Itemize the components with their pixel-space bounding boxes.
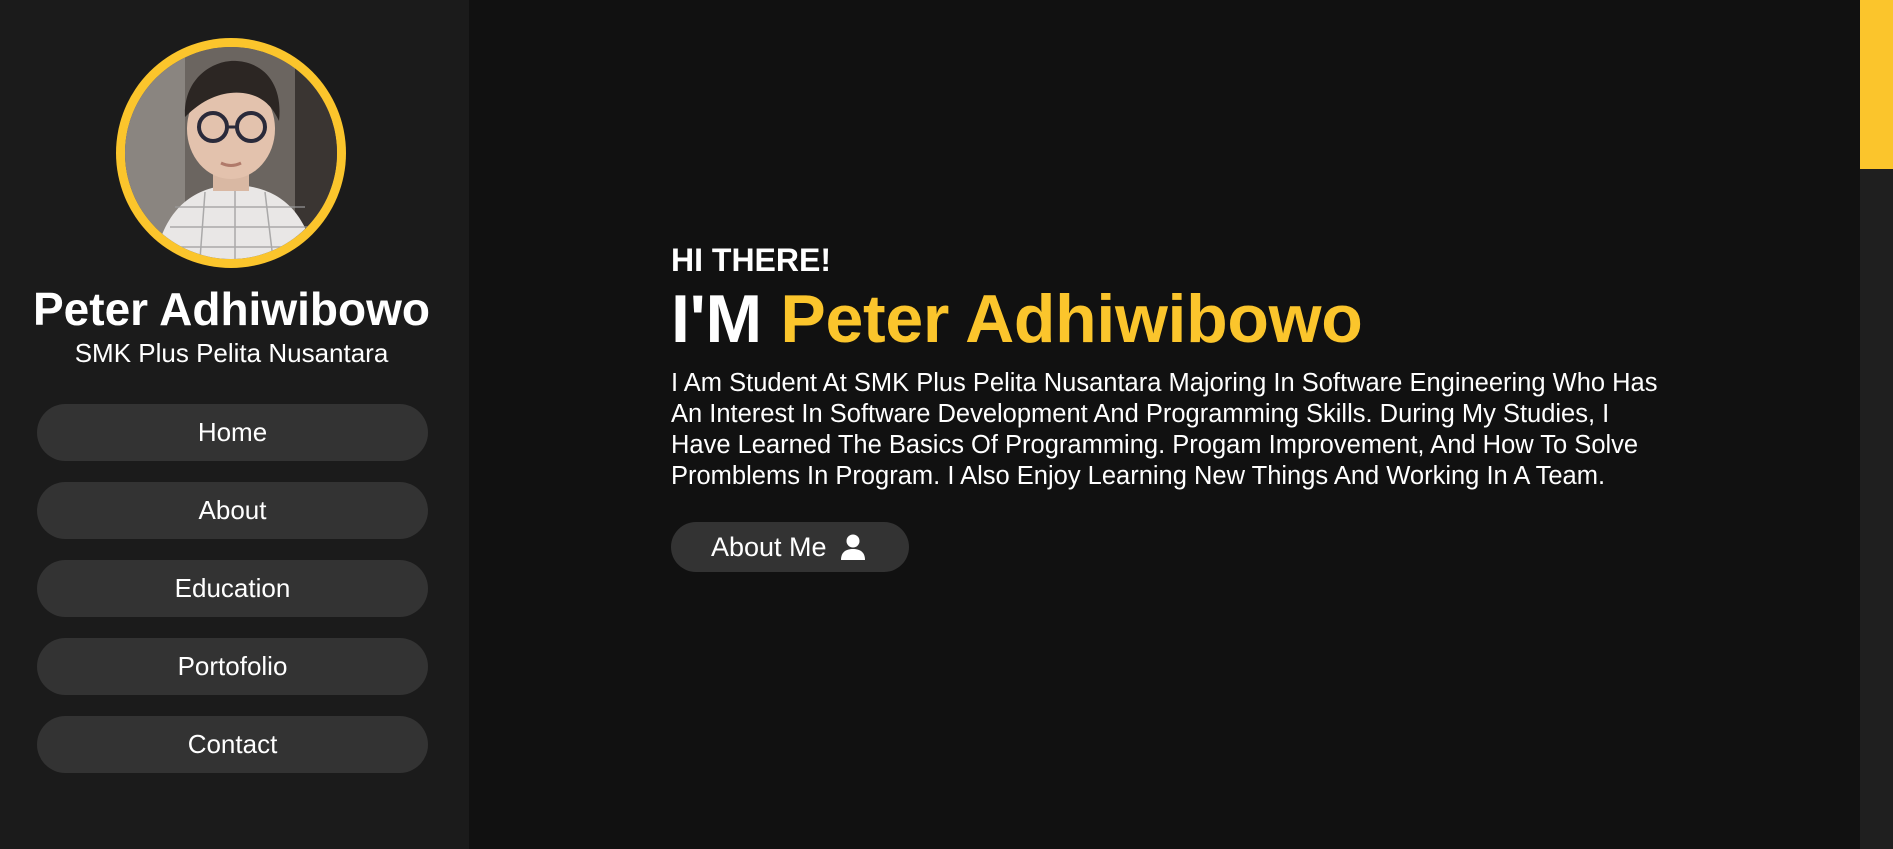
sidebar-nav: Home About Education Portofolio Contact <box>37 404 428 794</box>
greeting: HI THERE! <box>671 242 831 278</box>
nav-item-home[interactable]: Home <box>37 404 428 461</box>
nav-item-about[interactable]: About <box>37 482 428 539</box>
hero-section: HI THERE! I'M Peter Adhiwibowo I Am Stud… <box>671 240 1671 572</box>
profile-school: SMK Plus Pelita Nusantara <box>74 338 389 368</box>
nav-item-portofolio[interactable]: Portofolio <box>37 638 428 695</box>
headline: I'M Peter Adhiwibowo <box>671 280 1671 358</box>
about-me-button[interactable]: About Me <box>671 522 909 572</box>
nav-item-contact[interactable]: Contact <box>37 716 428 773</box>
nav-item-education[interactable]: Education <box>37 560 428 617</box>
about-me-label: About Me <box>711 531 827 562</box>
sidebar: Peter Adhiwibowo SMK Plus Pelita Nusanta… <box>0 0 469 849</box>
scrollbar[interactable] <box>1860 0 1893 849</box>
avatar <box>125 47 337 259</box>
bio-text: I Am Student At SMK Plus Pelita Nusantar… <box>671 369 1658 490</box>
headline-prefix: I'M <box>671 281 762 357</box>
profile-name: Peter Adhiwibowo <box>33 283 430 335</box>
scrollbar-thumb[interactable] <box>1860 0 1893 169</box>
portfolio-page: Peter Adhiwibowo SMK Plus Pelita Nusanta… <box>0 0 1893 849</box>
avatar-ring <box>116 38 346 268</box>
user-icon <box>840 534 865 560</box>
profile-photo-icon <box>125 47 337 259</box>
headline-name: Peter Adhiwibowo <box>780 281 1363 357</box>
